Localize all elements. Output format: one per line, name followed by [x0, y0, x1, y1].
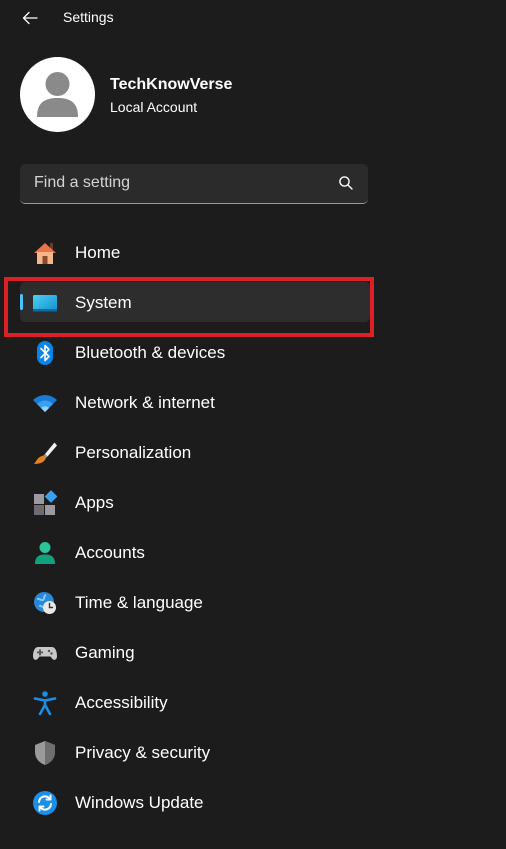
nav-item-network-internet[interactable]: Network & internet — [20, 382, 370, 422]
time-language-icon — [32, 590, 58, 616]
account-type: Local Account — [110, 99, 198, 115]
nav-label-accessibility: Accessibility — [75, 693, 168, 712]
nav-item-gaming[interactable]: Gaming — [20, 632, 370, 672]
back-arrow-icon — [22, 11, 38, 25]
nav-label-bluetooth-devices: Bluetooth & devices — [75, 343, 226, 362]
nav-label-windows-update: Windows Update — [75, 793, 204, 812]
wifi-icon — [32, 390, 58, 416]
update-icon — [32, 790, 58, 816]
nav-item-windows-update[interactable]: Windows Update — [20, 782, 370, 822]
nav-label-home: Home — [75, 243, 121, 262]
accessibility-icon — [32, 690, 58, 716]
nav-label-apps: Apps — [75, 493, 114, 512]
nav-item-personalization[interactable]: Personalization — [20, 432, 370, 472]
back-button[interactable] — [16, 5, 44, 31]
search-box[interactable] — [20, 164, 368, 204]
search-icon[interactable] — [338, 175, 354, 191]
shield-icon — [32, 740, 58, 766]
profile-name: TechKnowVerse — [110, 76, 233, 93]
nav-item-accessibility[interactable]: Accessibility — [20, 682, 370, 722]
highlight-box — [4, 277, 374, 337]
nav-item-accounts[interactable]: Accounts — [20, 532, 370, 572]
nav-label-accounts: Accounts — [75, 543, 145, 562]
nav-label-gaming: Gaming — [75, 643, 135, 662]
nav-label-network-internet: Network & internet — [75, 393, 215, 412]
paintbrush-icon — [32, 440, 58, 466]
nav-label-personalization: Personalization — [75, 443, 192, 462]
avatar[interactable] — [20, 57, 95, 132]
title-bar: Settings — [0, 0, 506, 36]
user-profile[interactable]: TechKnowVerse Local Account — [20, 57, 380, 133]
gamepad-icon — [32, 640, 58, 666]
user-silhouette-icon — [37, 72, 78, 117]
nav-item-privacy-security[interactable]: Privacy & security — [20, 732, 370, 772]
nav-label-time-language: Time & language — [75, 593, 203, 612]
nav-item-apps[interactable]: Apps — [20, 482, 370, 522]
nav-item-time-language[interactable]: Time & language — [20, 582, 370, 622]
apps-icon — [32, 490, 58, 516]
nav-item-home[interactable]: Home — [20, 232, 370, 272]
nav-item-bluetooth-devices[interactable]: Bluetooth & devices — [20, 332, 370, 372]
app-title: Settings — [63, 9, 114, 25]
search-input[interactable] — [20, 164, 320, 202]
accounts-icon — [32, 540, 58, 566]
nav-label-privacy-security: Privacy & security — [75, 743, 211, 762]
home-icon — [32, 240, 58, 266]
bluetooth-icon — [32, 340, 58, 366]
